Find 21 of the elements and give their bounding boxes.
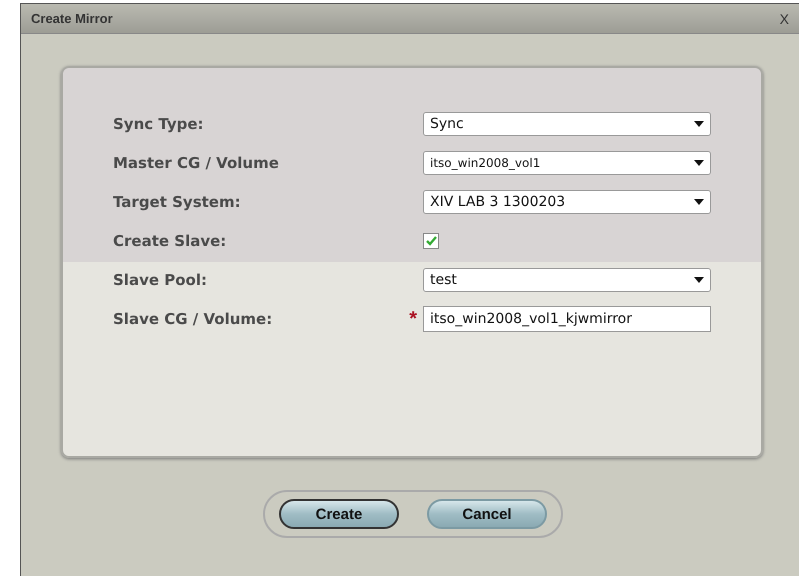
field-label: Slave Pool:: [113, 271, 208, 289]
caret-icon: [694, 121, 704, 127]
dropdown[interactable]: itso_win2008_vol1: [423, 151, 711, 175]
close-button[interactable]: X: [780, 10, 789, 26]
cancel-button[interactable]: Cancel: [427, 499, 547, 529]
create-button[interactable]: Create: [279, 499, 399, 529]
field-label: Slave CG / Volume:: [113, 310, 274, 328]
window-title: Create Mirror: [31, 11, 113, 26]
checkbox[interactable]: [423, 233, 439, 249]
required-marker: *: [408, 308, 418, 330]
caret-icon: [694, 160, 704, 166]
dropdown[interactable]: XIV LAB 3 1300203: [423, 190, 711, 214]
caret-icon: [694, 277, 704, 283]
field-label: Master CG / Volume: [113, 154, 280, 172]
dropdown[interactable]: Sync: [423, 112, 711, 136]
field-label: Sync Type:: [113, 115, 205, 133]
dropdown[interactable]: test: [423, 268, 711, 292]
input-field[interactable]: itso_win2008_vol1_kjwmirror: [423, 306, 711, 332]
field-label: Create Slave:: [113, 232, 228, 250]
field-label: Target System:: [113, 193, 242, 211]
caret-icon: [694, 199, 704, 205]
